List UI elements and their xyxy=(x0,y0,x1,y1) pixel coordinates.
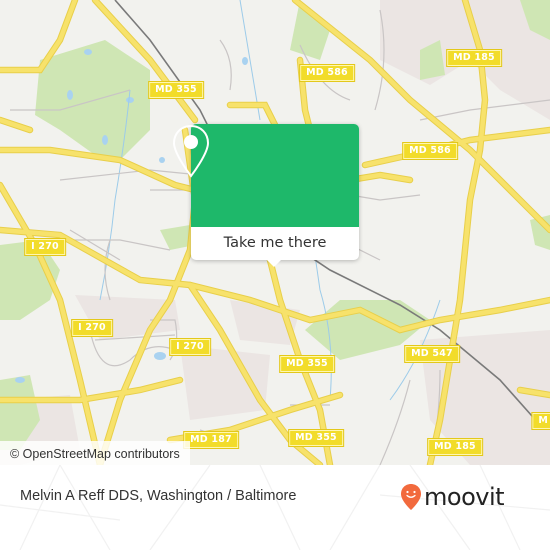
road-label-partial: M xyxy=(531,412,550,430)
popup-header xyxy=(172,124,359,227)
road-label-i270: I 270 xyxy=(71,319,113,337)
road-label-md355: MD 355 xyxy=(288,429,344,447)
moovit-wordmark: moovit xyxy=(424,483,505,511)
map-view[interactable]: MD 355 MD 586 MD 185 MD 586 I 270 I 270 … xyxy=(0,0,550,465)
moovit-logo[interactable]: moovit xyxy=(400,473,505,521)
road-label-md586: MD 586 xyxy=(299,64,355,82)
residential-area xyxy=(180,345,270,420)
road-label-i270: I 270 xyxy=(24,238,66,256)
popup-pointer xyxy=(267,260,281,267)
take-me-there-button[interactable]: Take me there xyxy=(191,227,359,260)
road-label-md547: MD 547 xyxy=(404,345,460,363)
road-label-md586: MD 586 xyxy=(402,142,458,160)
moovit-smiley-pin-icon xyxy=(401,484,421,510)
road-label-md355: MD 355 xyxy=(279,355,335,373)
location-pin-icon xyxy=(172,124,210,178)
road-label-i270: I 270 xyxy=(169,338,211,356)
footer-bar: Melvin A Reff DDS, Washington / Baltimor… xyxy=(0,465,550,550)
destination-popup: Take me there xyxy=(172,124,359,267)
road-label-md185: MD 185 xyxy=(446,49,502,67)
road-label-md355: MD 355 xyxy=(148,81,204,99)
road-label-md187: MD 187 xyxy=(183,431,239,449)
road-label-md185: MD 185 xyxy=(427,438,483,456)
place-title: Melvin A Reff DDS, Washington / Baltimor… xyxy=(20,488,297,504)
map-attribution[interactable]: © OpenStreetMap contributors xyxy=(0,441,190,465)
